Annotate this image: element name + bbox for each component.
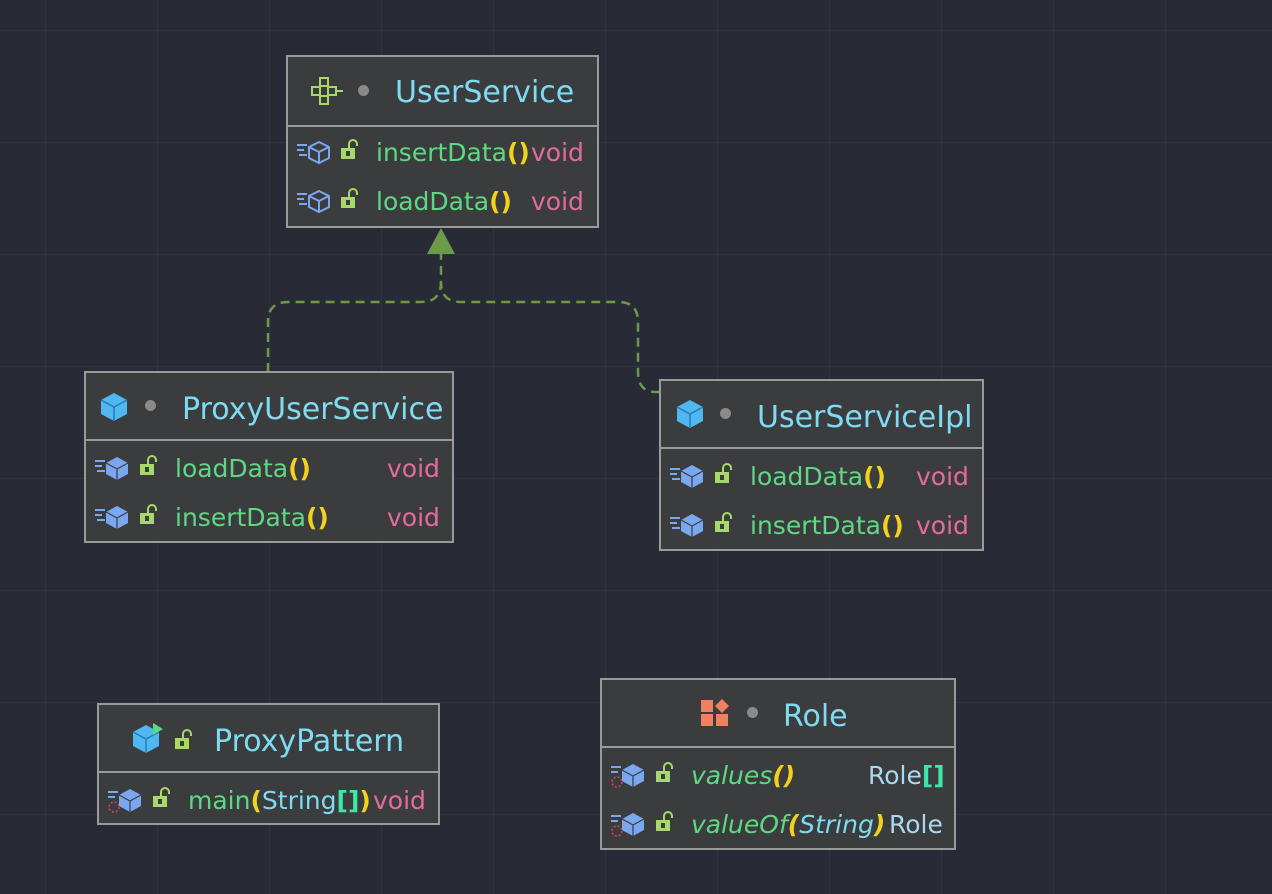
method-name: loadData() (175, 454, 311, 483)
public-lock-icon (714, 512, 734, 538)
edge-userserviceipl-to-userservice[interactable] (439, 281, 660, 394)
method-row[interactable]: insertData() void (288, 127, 597, 175)
public-lock-icon (139, 455, 159, 481)
method-name: insertData() (750, 511, 904, 540)
static-method-icon (107, 787, 143, 819)
method-row[interactable]: loadData() void (86, 443, 452, 491)
node-proxyuserservice[interactable]: ProxyUserService loadData() void insertD… (84, 371, 454, 543)
implemented-method-icon (669, 463, 705, 493)
method-name: loadData() (376, 187, 512, 216)
public-lock-icon (714, 463, 734, 489)
method-row[interactable]: loadData() void (661, 451, 982, 499)
public-lock-icon (174, 729, 194, 755)
class-icon (100, 392, 128, 426)
node-header: ProxyUserService (86, 373, 452, 441)
runnable-class-icon (132, 722, 164, 758)
method-row[interactable]: loadData() void (288, 176, 597, 224)
return-type: void (387, 454, 440, 483)
node-role[interactable]: Role values() Role[] valueOf(String) Rol… (600, 678, 956, 850)
method-name: insertData() (175, 503, 329, 532)
abstract-method-icon (296, 188, 332, 218)
public-lock-icon (655, 762, 675, 788)
public-lock-icon (655, 811, 675, 837)
edge-proxyuserservice-to-userservice[interactable] (266, 254, 443, 372)
realization-arrowhead (427, 228, 455, 254)
node-header: Role (602, 680, 954, 748)
return-type: void (916, 462, 969, 491)
method-row[interactable]: insertData() void (86, 492, 452, 540)
public-lock-icon (340, 139, 360, 165)
return-type: Role[] (868, 761, 945, 790)
node-header: ProxyPattern (99, 705, 438, 773)
method-name: insertData() (376, 138, 530, 167)
implemented-method-icon (94, 504, 130, 534)
method-row[interactable]: values() Role[] (602, 750, 954, 798)
method-name: values() (691, 761, 796, 790)
static-method-icon (610, 811, 646, 843)
visibility-dot-icon (747, 707, 758, 718)
diagram-canvas[interactable]: UserService insertData() void loadData()… (0, 0, 1272, 894)
return-type: void (916, 511, 969, 540)
return-type: Role (889, 810, 943, 839)
return-type: void (531, 187, 584, 216)
method-name: loadData() (750, 462, 886, 491)
class-icon (676, 399, 704, 433)
class-name: UserService (395, 75, 575, 110)
class-name: Role (783, 699, 848, 734)
public-lock-icon (340, 188, 360, 214)
return-type: void (373, 786, 426, 815)
public-lock-icon (152, 787, 172, 813)
node-header: UserService (288, 57, 597, 127)
class-name: ProxyPattern (214, 724, 405, 759)
method-name: main(String[]) (188, 786, 371, 815)
method-row[interactable]: main(String[]) void (99, 775, 438, 823)
return-type: void (531, 138, 584, 167)
class-name: UserServiceIpl (757, 400, 973, 435)
node-header: UserServiceIpl (661, 381, 982, 449)
method-name: valueOf(String) (691, 810, 886, 839)
node-proxypattern[interactable]: ProxyPattern main(String[]) void (97, 703, 440, 825)
node-userserviceipl[interactable]: UserServiceIpl loadData() void insertDat… (659, 379, 984, 551)
static-method-icon (610, 762, 646, 794)
method-row[interactable]: insertData() void (661, 500, 982, 548)
public-lock-icon (139, 504, 159, 530)
implemented-method-icon (94, 455, 130, 485)
visibility-dot-icon (358, 85, 369, 96)
abstract-method-icon (296, 139, 332, 169)
return-type: void (387, 503, 440, 532)
implemented-method-icon (669, 512, 705, 542)
visibility-dot-icon (145, 400, 156, 411)
visibility-dot-icon (720, 408, 731, 419)
class-name: ProxyUserService (182, 392, 444, 427)
interface-icon (310, 76, 344, 110)
node-userservice[interactable]: UserService insertData() void loadData()… (286, 55, 599, 228)
enum-icon (700, 698, 730, 732)
method-row[interactable]: valueOf(String) Role (602, 799, 954, 847)
